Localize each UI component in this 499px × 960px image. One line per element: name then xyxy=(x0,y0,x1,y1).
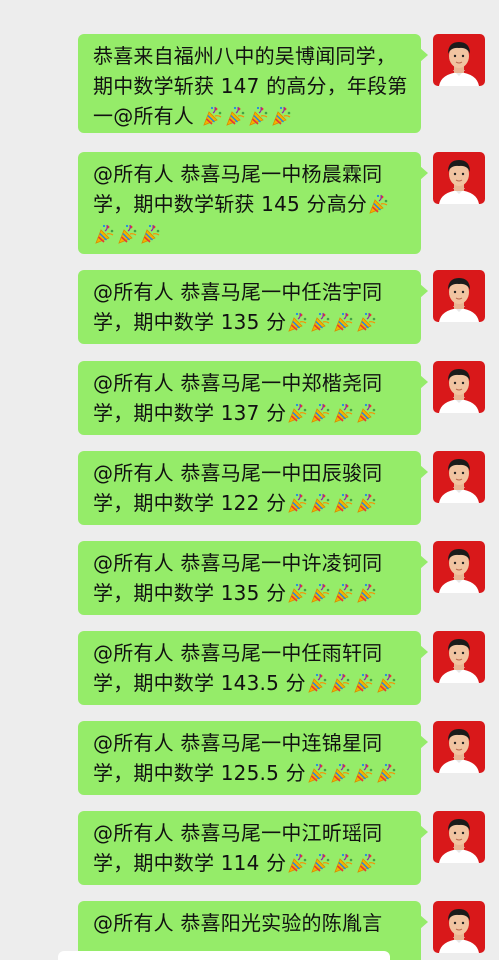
avatar[interactable] xyxy=(433,901,485,953)
party-popper-icon xyxy=(367,193,389,215)
party-popper-icon xyxy=(332,402,354,424)
message-bubble[interactable]: @所有人 恭喜马尾一中杨晨霖同学，期中数学斩获 145 分高分 xyxy=(78,152,428,254)
party-popper-icon xyxy=(139,223,161,245)
party-popper-icon xyxy=(375,672,397,694)
party-popper-icon xyxy=(116,223,138,245)
party-popper-icon xyxy=(309,492,331,514)
party-popper-icon xyxy=(224,105,246,127)
party-popper-icon xyxy=(309,852,331,874)
emoji-group xyxy=(286,851,378,875)
avatar[interactable] xyxy=(433,811,485,863)
message-bubble[interactable]: @所有人 恭喜马尾一中任浩宇同学，期中数学 135 分 xyxy=(78,270,428,344)
party-popper-icon xyxy=(270,105,292,127)
party-popper-icon xyxy=(309,582,331,604)
message-text: @所有人 恭喜阳光实验的陈胤言 xyxy=(93,911,383,935)
party-popper-icon xyxy=(286,852,308,874)
party-popper-icon xyxy=(352,762,374,784)
party-popper-icon xyxy=(355,582,377,604)
emoji-group xyxy=(306,761,398,785)
party-popper-icon xyxy=(332,311,354,333)
message-bubble[interactable]: @所有人 恭喜马尾一中连锦星同学，期中数学 125.5 分 xyxy=(78,721,428,795)
party-popper-icon xyxy=(286,311,308,333)
message-bubble[interactable]: @所有人 恭喜马尾一中田辰骏同学，期中数学 122 分 xyxy=(78,451,428,525)
party-popper-icon xyxy=(355,492,377,514)
emoji-group xyxy=(286,310,378,334)
avatar[interactable] xyxy=(433,34,485,86)
avatar[interactable] xyxy=(433,721,485,773)
message-bubble[interactable]: @所有人 恭喜马尾一中郑楷尧同学，期中数学 137 分 xyxy=(78,361,428,435)
party-popper-icon xyxy=(93,223,115,245)
party-popper-icon xyxy=(286,492,308,514)
avatar[interactable] xyxy=(433,361,485,413)
emoji-group xyxy=(306,671,398,695)
avatar[interactable] xyxy=(433,631,485,683)
party-popper-icon xyxy=(309,402,331,424)
emoji-group xyxy=(286,401,378,425)
party-popper-icon xyxy=(332,582,354,604)
message-bubble[interactable]: @所有人 恭喜马尾一中江昕瑶同学，期中数学 114 分 xyxy=(78,811,428,885)
message-bubble[interactable]: 恭喜来自福州八中的吴博闻同学，期中数学斩获 147 的高分，年段第一@所有人 xyxy=(78,34,428,133)
party-popper-icon xyxy=(247,105,269,127)
party-popper-icon xyxy=(309,311,331,333)
party-popper-icon xyxy=(286,582,308,604)
avatar[interactable] xyxy=(433,270,485,322)
avatar[interactable] xyxy=(433,152,485,204)
party-popper-icon xyxy=(355,852,377,874)
chat-message-list[interactable]: 恭喜来自福州八中的吴博闻同学，期中数学斩获 147 的高分，年段第一@所有人 @… xyxy=(0,0,499,960)
party-popper-icon xyxy=(306,672,328,694)
avatar[interactable] xyxy=(433,541,485,593)
party-popper-icon xyxy=(286,402,308,424)
message-bubble[interactable]: @所有人 恭喜马尾一中许凌钶同学，期中数学 135 分 xyxy=(78,541,428,615)
emoji-group xyxy=(286,491,378,515)
avatar[interactable] xyxy=(433,451,485,503)
party-popper-icon xyxy=(329,762,351,784)
party-popper-icon xyxy=(352,672,374,694)
party-popper-icon xyxy=(355,402,377,424)
party-popper-icon xyxy=(355,311,377,333)
message-input-bar[interactable] xyxy=(58,951,390,960)
party-popper-icon xyxy=(306,762,328,784)
party-popper-icon xyxy=(332,492,354,514)
party-popper-icon xyxy=(329,672,351,694)
emoji-group xyxy=(201,104,293,128)
emoji-group xyxy=(286,581,378,605)
party-popper-icon xyxy=(332,852,354,874)
message-bubble[interactable]: @所有人 恭喜马尾一中任雨轩同学，期中数学 143.5 分 xyxy=(78,631,428,705)
party-popper-icon xyxy=(201,105,223,127)
party-popper-icon xyxy=(375,762,397,784)
message-text: @所有人 恭喜马尾一中杨晨霖同学，期中数学斩获 145 分高分 xyxy=(93,162,383,216)
